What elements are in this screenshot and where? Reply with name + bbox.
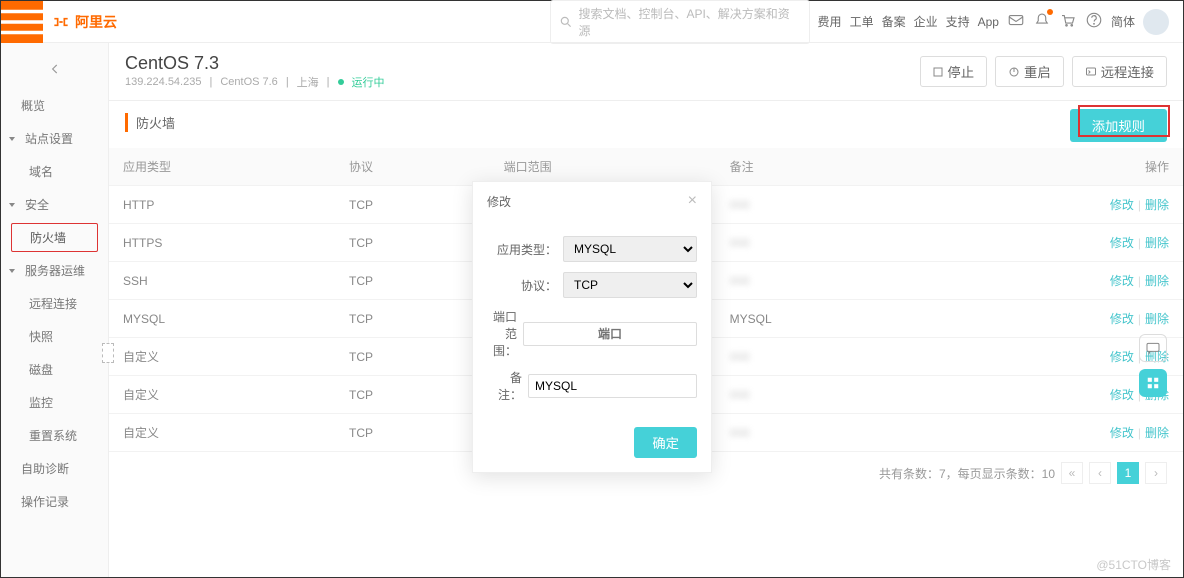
label-note: 备注： — [487, 369, 522, 403]
sidebar-item-site[interactable]: 站点设置 — [1, 122, 108, 155]
logo[interactable]: 阿里云 — [51, 12, 117, 32]
search-icon — [559, 15, 573, 29]
sidebar-item-snapshot[interactable]: 快照 — [1, 320, 108, 353]
cart-icon[interactable] — [1059, 11, 1077, 32]
sidebar-item-remote[interactable]: 远程连接 — [1, 287, 108, 320]
menu-icon — [1, 1, 43, 43]
logo-text: 阿里云 — [75, 12, 117, 32]
edit-rule-modal: 修改 × 应用类型： MYSQL 协议： TCP 端口范围： 备注： 确定 — [472, 181, 712, 473]
hamburger-menu[interactable] — [1, 1, 43, 43]
search-placeholder: 搜索文档、控制台、API、解决方案和资源 — [578, 5, 800, 39]
logo-icon — [51, 12, 71, 32]
label-type: 应用类型： — [487, 241, 557, 258]
pagi-first[interactable]: « — [1061, 462, 1083, 484]
edit-link[interactable]: 修改 — [1110, 350, 1134, 364]
edit-link[interactable]: 修改 — [1110, 312, 1134, 326]
toplink-ticket[interactable]: 工单 — [850, 13, 874, 30]
input-port[interactable] — [523, 322, 697, 346]
edit-link[interactable]: 修改 — [1110, 236, 1134, 250]
input-note[interactable] — [528, 374, 697, 398]
delete-link[interactable]: 删除 — [1145, 198, 1169, 212]
sidebar-item-monitor[interactable]: 监控 — [1, 386, 108, 419]
remote-button[interactable]: 远程连接 — [1072, 56, 1167, 87]
status-dot-icon — [338, 79, 344, 85]
pagi-next[interactable]: › — [1145, 462, 1167, 484]
topbar: 阿里云 搜索文档、控制台、API、解决方案和资源 费用 工单 备案 企业 支持 … — [1, 1, 1183, 43]
pagi-prev[interactable]: ‹ — [1089, 462, 1111, 484]
firewall-section: 防火墙 添加规则 — [109, 101, 1183, 148]
sidebar-item-security[interactable]: 安全 — [1, 188, 108, 221]
message-icon — [1145, 340, 1161, 356]
float-apps-button[interactable] — [1139, 369, 1167, 397]
sidebar-resize-handle[interactable] — [102, 343, 114, 363]
stop-icon — [933, 67, 943, 77]
toplink-support[interactable]: 支持 — [946, 13, 970, 30]
edit-link[interactable]: 修改 — [1110, 198, 1134, 212]
terminal-icon — [1085, 66, 1097, 78]
edit-link[interactable]: 修改 — [1110, 426, 1134, 440]
sidebar: 概览 站点设置 域名 安全 防火墙 服务器运维 远程连接 快照 磁盘 监控 重置… — [1, 43, 109, 577]
pagi-current[interactable]: 1 — [1117, 462, 1139, 484]
page-header: CentOS 7.3 139.224.54.235| CentOS 7.6| 上… — [109, 43, 1183, 101]
sidebar-item-overview[interactable]: 概览 — [1, 89, 108, 122]
sidebar-item-firewall[interactable]: 防火墙 — [11, 223, 98, 252]
modal-title: 修改 — [487, 193, 511, 210]
toplink-app[interactable]: App — [978, 15, 999, 29]
delete-link[interactable]: 删除 — [1145, 312, 1169, 326]
sidebar-item-reset[interactable]: 重置系统 — [1, 419, 108, 452]
power-icon — [1008, 66, 1020, 78]
bell-icon[interactable] — [1033, 11, 1051, 32]
edit-link[interactable]: 修改 — [1110, 388, 1134, 402]
sidebar-item-diagnose[interactable]: 自助诊断 — [1, 452, 108, 485]
stop-button[interactable]: 停止 — [920, 56, 987, 87]
delete-link[interactable]: 删除 — [1145, 236, 1169, 250]
section-title: 防火墙 — [125, 113, 1167, 132]
toplink-icp[interactable]: 备案 — [882, 13, 906, 30]
lang-switch[interactable]: 简体 — [1111, 13, 1135, 30]
mail-icon[interactable] — [1007, 11, 1025, 32]
label-port: 端口范围： — [487, 308, 517, 359]
restart-button[interactable]: 重启 — [995, 56, 1064, 87]
modal-close[interactable]: × — [688, 192, 697, 210]
page-title: CentOS 7.3 — [125, 53, 385, 74]
apps-icon — [1146, 376, 1160, 390]
search-input[interactable]: 搜索文档、控制台、API、解决方案和资源 — [550, 0, 810, 44]
page-subtitle: 139.224.54.235| CentOS 7.6| 上海| 运行中 — [125, 74, 385, 90]
pagi-info: 共有条数：7，每页显示条数：10 — [879, 465, 1055, 482]
col-action: 操作 — [924, 148, 1183, 186]
add-rule-button[interactable]: 添加规则 — [1070, 109, 1167, 142]
delete-link[interactable]: 删除 — [1145, 426, 1169, 440]
col-proto: 协议 — [335, 148, 490, 186]
select-type[interactable]: MYSQL — [563, 236, 697, 262]
float-message-button[interactable] — [1139, 334, 1167, 362]
sidebar-item-ops[interactable]: 服务器运维 — [1, 254, 108, 287]
col-type: 应用类型 — [109, 148, 335, 186]
chevron-left-icon — [48, 62, 62, 76]
edit-link[interactable]: 修改 — [1110, 274, 1134, 288]
col-port: 端口范围 — [490, 148, 716, 186]
delete-link[interactable]: 删除 — [1145, 274, 1169, 288]
toplink-fee[interactable]: 费用 — [818, 13, 842, 30]
col-note: 备注 — [716, 148, 924, 186]
help-icon[interactable] — [1085, 11, 1103, 32]
label-proto: 协议： — [487, 277, 557, 294]
toplink-ent[interactable]: 企业 — [914, 13, 938, 30]
watermark: @51CTO博客 — [1096, 556, 1171, 573]
sidebar-item-log[interactable]: 操作记录 — [1, 485, 108, 518]
modal-ok-button[interactable]: 确定 — [634, 427, 697, 458]
avatar[interactable] — [1143, 9, 1169, 35]
sidebar-item-disk[interactable]: 磁盘 — [1, 353, 108, 386]
sidebar-item-domain[interactable]: 域名 — [1, 155, 108, 188]
back-button[interactable] — [1, 49, 108, 89]
select-proto[interactable]: TCP — [563, 272, 697, 298]
